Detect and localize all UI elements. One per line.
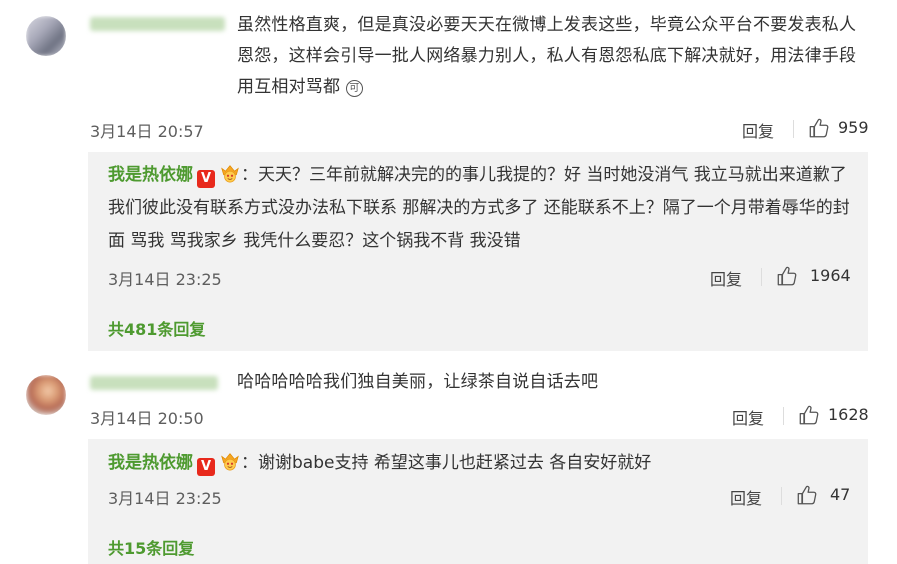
like-count: 959 bbox=[838, 118, 869, 137]
reply-author[interactable]: 我是热依娜 bbox=[108, 165, 193, 185]
more-replies-link[interactable]: 共15条回复 bbox=[108, 535, 194, 559]
like-count: 1964 bbox=[810, 266, 851, 285]
thumbs-up-icon[interactable] bbox=[798, 404, 820, 426]
reply-author[interactable]: 我是热依娜 bbox=[108, 453, 193, 473]
thumbs-up-icon[interactable] bbox=[808, 117, 830, 139]
thumbs-up-icon[interactable] bbox=[796, 484, 818, 506]
avatar[interactable] bbox=[26, 16, 66, 56]
comment-item: 哈哈哈哈哈我们独自美丽，让绿茶自说自话去吧 3月14日 20:50 回复 162… bbox=[0, 365, 897, 564]
reply-button[interactable]: 回复 bbox=[732, 405, 764, 429]
comment-text: 哈哈哈哈哈我们独自美丽，让绿茶自说自话去吧 bbox=[237, 372, 599, 392]
comment-item: 虽然性格直爽，但是真没必要天天在微博上发表这些，毕竟公众平台不要发表私人恩怨，这… bbox=[0, 0, 897, 365]
avatar[interactable] bbox=[26, 375, 66, 415]
username-blurred[interactable] bbox=[90, 17, 225, 31]
divider bbox=[781, 487, 782, 505]
ke-icon: 可 bbox=[345, 80, 363, 97]
crown-emoji-icon bbox=[219, 163, 241, 183]
reply-button[interactable]: 回复 bbox=[730, 485, 762, 509]
comment-text: 虽然性格直爽，但是真没必要天天在微博上发表这些，毕竟公众平台不要发表私人恩怨，这… bbox=[237, 15, 857, 97]
reply-text: 我是热依娜 V ：天天？三年前就解决完的的事儿我提的？好 当时她没消气 我立马就出来… bbox=[108, 163, 850, 251]
comment-time: 3月14日 20:57 bbox=[90, 122, 204, 141]
reply-time: 3月14日 23:25 bbox=[108, 489, 222, 508]
reply-text: 我是热依娜 V ：谢谢babe支持 希望这事儿也赶紧过去 各自安好就好 bbox=[108, 451, 652, 476]
thumbs-up-icon[interactable] bbox=[776, 265, 798, 287]
divider bbox=[783, 407, 784, 425]
reply-button[interactable]: 回复 bbox=[710, 266, 742, 290]
more-replies-link[interactable]: 共481条回复 bbox=[108, 316, 205, 340]
reply-box: 我是热依娜 V ：谢谢babe支持 希望这事儿也赶紧过去 各自安好就好 3月14日 … bbox=[88, 439, 868, 564]
reply-box: 我是热依娜 V ：天天？三年前就解决完的的事儿我提的？好 当时她没消气 我立马就出来… bbox=[88, 152, 868, 351]
like-count: 1628 bbox=[828, 405, 869, 424]
crown-emoji-icon bbox=[219, 451, 241, 471]
reply-content: 谢谢babe支持 希望这事儿也赶紧过去 各自安好就好 bbox=[258, 453, 652, 473]
comment-time: 3月14日 20:50 bbox=[90, 409, 204, 428]
like-count: 47 bbox=[830, 485, 851, 504]
reply-button[interactable]: 回复 bbox=[742, 118, 774, 142]
verified-badge-icon: V bbox=[197, 458, 215, 476]
divider bbox=[793, 120, 794, 138]
divider bbox=[761, 268, 762, 286]
username-blurred[interactable] bbox=[90, 376, 218, 390]
reply-time: 3月14日 23:25 bbox=[108, 270, 222, 289]
verified-badge-icon: V bbox=[197, 170, 215, 188]
